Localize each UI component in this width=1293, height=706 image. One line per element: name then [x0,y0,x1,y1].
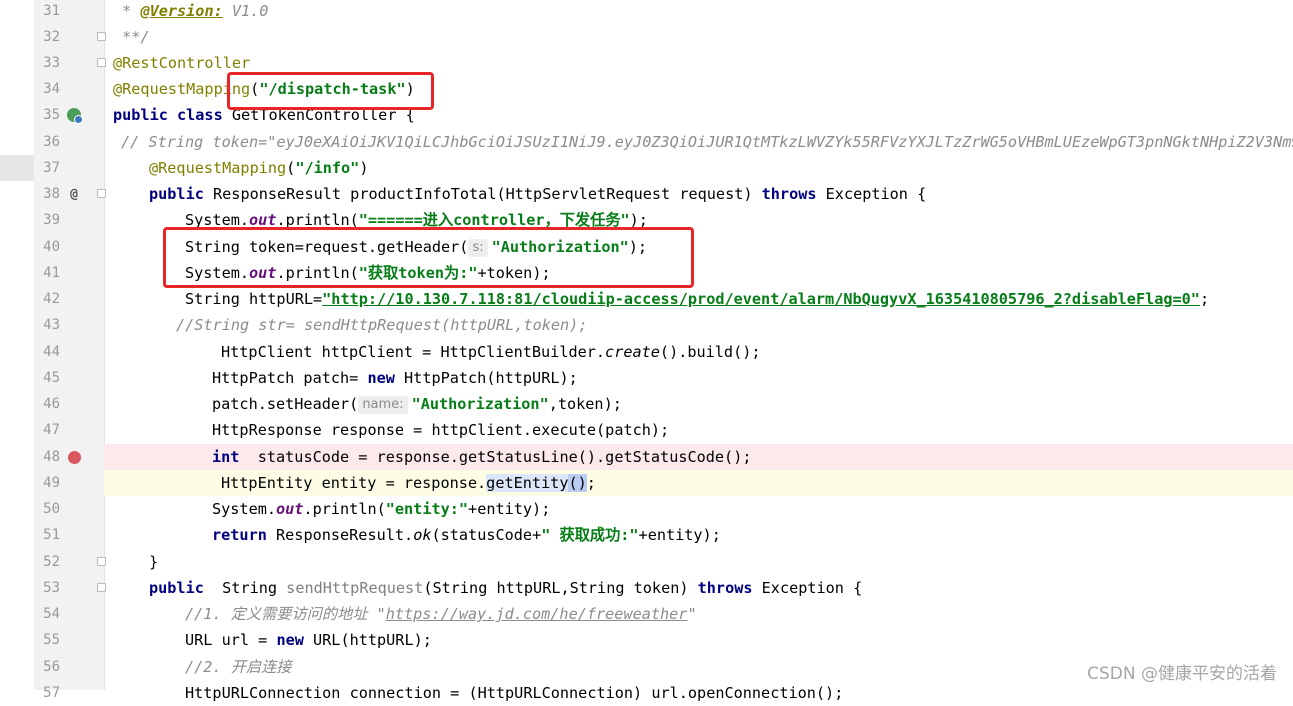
line-number: 38 [43,186,60,202]
code-text: System.out.println("entity:"+entity); [212,500,551,518]
line-number: 55 [43,632,60,648]
code-text: String httpURL="http://10.130.7.118:81/c… [185,290,1210,308]
code-text: HttpClient httpClient = HttpClientBuilde… [221,343,761,361]
code-line-43[interactable]: 43 //String str= sendHttpRequest(httpURL… [0,312,1293,338]
fold-icon[interactable] [97,32,106,41]
code-line-42[interactable]: 42 String httpURL="http://10.130.7.118:8… [0,286,1293,312]
line-number: 54 [43,606,60,622]
code-line-38[interactable]: 38 @ public ResponseResult productInfoTo… [0,181,1293,207]
line-number: 34 [43,81,60,97]
code-line-50[interactable]: 50 System.out.println("entity:"+entity); [0,496,1293,522]
code-line-55[interactable]: 55 URL url = new URL(httpURL); [0,627,1293,653]
code-text: //2. 开启连接 [185,658,292,676]
code-line-36[interactable]: 36 // String token="eyJ0eXAiOiJKV1QiLCJh… [0,129,1293,155]
highlight-box-token [163,227,694,288]
line-number: 32 [43,29,60,45]
code-text: // String token="eyJ0eXAiOiJKV1QiLCJhbGc… [121,133,1293,151]
line-number: 37 [43,160,60,176]
code-text: HttpPatch patch= new HttpPatch(httpURL); [212,369,578,387]
code-text: **/ [113,28,150,46]
code-line-31[interactable]: 31 * @Version: V1.0 [0,0,1293,24]
line-number: 41 [43,265,60,281]
code-line-51[interactable]: 51 return ResponseResult.ok(statusCode+"… [0,522,1293,548]
fold-icon[interactable] [97,58,106,67]
watermark: CSDN @健康平安的活着 [1087,664,1277,684]
code-text: HttpURLConnection connection = (HttpURLC… [185,684,844,702]
spring-bean-icon[interactable] [66,107,83,124]
line-number: 39 [43,212,60,228]
code-text: URL url = new URL(httpURL); [185,631,432,649]
code-line-33[interactable]: 33 @RestController [0,50,1293,76]
line-number: 43 [43,317,60,333]
fold-icon[interactable] [97,583,106,592]
code-text: HttpResponse response = httpClient.execu… [212,421,670,439]
fold-icon[interactable] [97,557,106,566]
line-number: 48 [43,449,60,465]
code-line-32[interactable]: 32 **/ [0,24,1293,50]
code-line-48[interactable]: 48 int statusCode = response.getStatusLi… [0,444,1293,470]
line-number: 44 [43,344,60,360]
code-line-54[interactable]: 54 //1. 定义需要访问的地址 "https://way.jd.com/he… [0,601,1293,627]
breakpoint-icon[interactable] [66,449,82,465]
param-hint: name: [358,396,408,414]
line-number: 49 [43,475,60,491]
line-number: 35 [43,107,60,123]
code-line-47[interactable]: 47 HttpResponse response = httpClient.ex… [0,417,1293,443]
code-text: public String sendHttpRequest(String htt… [149,579,863,597]
line-number: 45 [43,370,60,386]
code-line-45[interactable]: 45 HttpPatch patch= new HttpPatch(httpUR… [0,365,1293,391]
code-text: } [149,553,159,571]
code-line-52[interactable]: 52 } [0,549,1293,575]
code-line-37[interactable]: 37 @RequestMapping("/info") [0,155,1293,181]
code-line-53[interactable]: 53 public String sendHttpRequest(String … [0,575,1293,601]
fold-icon[interactable] [97,189,106,198]
code-text: HttpEntity entity = response.getEntity()… [221,474,596,492]
code-text: * @Version: V1.0 [113,2,269,20]
code-text: patch.setHeader(name: "Authorization",tok… [212,395,622,414]
code-text: //1. 定义需要访问的地址 "https://way.jd.com/he/fr… [185,605,697,623]
comment-link: https://way.jd.com/he/freeweather [385,605,688,623]
override-at-icon[interactable]: @ [66,186,82,202]
code-line-49[interactable]: 49 HttpEntity entity = response.getEntit… [0,470,1293,496]
line-number: 57 [43,685,60,701]
line-number: 40 [43,239,60,255]
code-text: //String str= sendHttpRequest(httpURL,to… [176,316,588,334]
code-text: int statusCode = response.getStatusLine(… [212,448,752,466]
code-text: public ResponseResult productInfoTotal(H… [149,185,927,203]
line-number: 47 [43,422,60,438]
code-editor[interactable]: 31 * @Version: V1.0 32 **/ 33 @RestContr… [0,0,1293,702]
line-number: 56 [43,659,60,675]
line-number: 46 [43,396,60,412]
line-number: 53 [43,580,60,596]
line-number: 50 [43,501,60,517]
code-line-44[interactable]: 44 HttpClient httpClient = HttpClientBui… [0,339,1293,365]
code-text: return ResponseResult.ok(statusCode+" 获取… [212,526,721,544]
line-number: 33 [43,55,60,71]
line-number: 52 [43,554,60,570]
code-text: @RequestMapping("/info") [149,159,369,177]
code-line-46[interactable]: 46 patch.setHeader(name: "Authorization",… [0,391,1293,417]
line-number: 31 [43,3,60,19]
line-number: 36 [43,134,60,150]
code-line-35[interactable]: 35 public class GetTokenController { [0,102,1293,128]
line-number: 42 [43,291,60,307]
line-number: 51 [43,527,60,543]
code-line-34[interactable]: 34 @RequestMapping("/dispatch-task") [0,76,1293,102]
highlight-box-mapping [227,72,434,110]
